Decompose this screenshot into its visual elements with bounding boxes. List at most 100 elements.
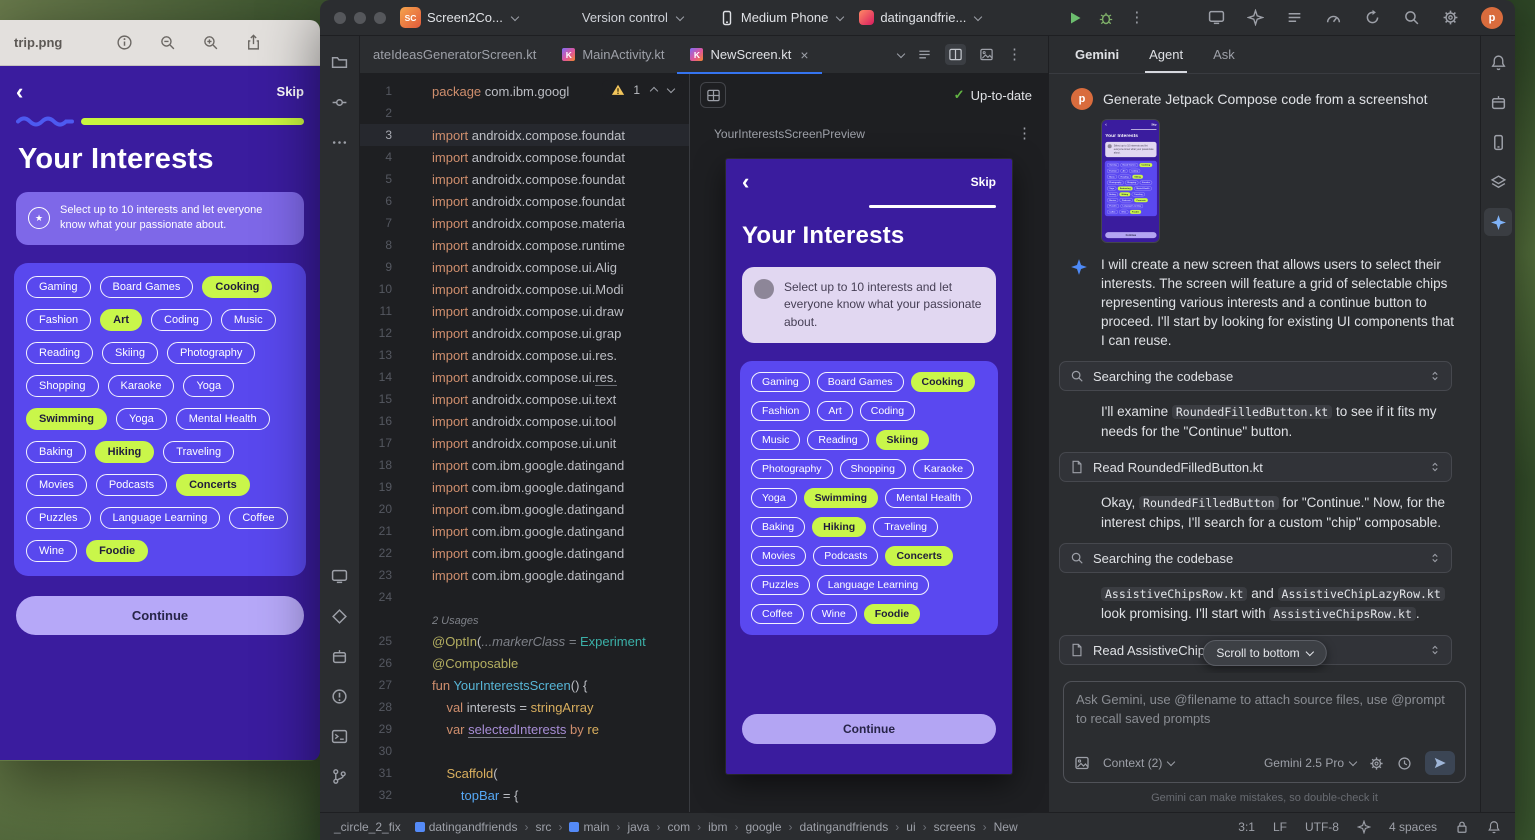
code-line[interactable]: 28 val interests = stringArray <box>360 696 689 718</box>
interest-chip[interactable]: Movies <box>26 474 87 496</box>
vcs-widget[interactable]: Version control <box>582 10 683 25</box>
continue-button[interactable]: Continue <box>1105 232 1156 238</box>
interest-chip[interactable]: Concerts <box>885 546 953 566</box>
code-line[interactable]: 13import androidx.compose.ui.res. <box>360 344 689 366</box>
breadcrumb-item[interactable]: New <box>994 820 1018 834</box>
interest-chip[interactable]: Language Learning <box>1120 204 1143 208</box>
zoom-in-icon[interactable] <box>202 34 219 51</box>
interest-chip[interactable]: Coffee <box>1107 210 1118 214</box>
code-line[interactable]: 9import androidx.compose.ui.Alig <box>360 256 689 278</box>
back-icon[interactable] <box>742 175 749 189</box>
code-line[interactable]: 26@Composable <box>360 652 689 674</box>
interest-chip[interactable]: Podcasts <box>1120 198 1133 202</box>
interest-chip[interactable]: Cooking <box>911 372 975 392</box>
code-line[interactable]: 32 topBar = { <box>360 784 689 806</box>
breadcrumb-item[interactable]: ui <box>906 820 915 834</box>
interest-chip[interactable]: Concerts <box>176 474 250 496</box>
interest-chip[interactable]: Puzzles <box>26 507 91 529</box>
breadcrumb-item[interactable]: main <box>569 820 609 834</box>
interest-chip[interactable]: Mental Health <box>1134 186 1152 190</box>
sync-project-icon[interactable] <box>1364 9 1381 26</box>
code-line[interactable]: 15import androidx.compose.ui.text <box>360 388 689 410</box>
notifications-icon[interactable] <box>1484 48 1512 76</box>
inspections-widget[interactable]: 1 <box>602 80 683 100</box>
interest-chip[interactable]: Language Learning <box>100 507 221 529</box>
ai-assist-icon[interactable] <box>1247 9 1264 26</box>
device-explorer-icon[interactable] <box>1484 128 1512 156</box>
prompt-input[interactable] <box>1076 691 1453 737</box>
code-line[interactable]: 30 <box>360 740 689 762</box>
notifications-bell-icon[interactable] <box>1487 820 1501 834</box>
continue-button[interactable]: Continue <box>16 596 304 635</box>
info-icon[interactable] <box>116 34 133 51</box>
interest-chip[interactable]: Yoga <box>751 488 797 508</box>
search-everywhere-icon[interactable] <box>1403 9 1420 26</box>
code-line[interactable]: 21import com.ibm.google.datingand <box>360 520 689 542</box>
prev-problem-icon[interactable] <box>650 87 658 95</box>
interest-chip[interactable]: Hiking <box>95 441 155 463</box>
indent-widget[interactable]: 4 spaces <box>1389 820 1437 834</box>
terminal-tool-icon[interactable] <box>326 722 354 750</box>
code-line[interactable]: 22import com.ibm.google.datingand <box>360 542 689 564</box>
preview-name[interactable]: YourInterestsScreenPreview <box>714 127 865 141</box>
logcat-icon[interactable] <box>1286 9 1303 26</box>
gemini-settings-icon[interactable] <box>1369 756 1384 771</box>
interest-chip[interactable]: Photography <box>167 342 255 364</box>
code-line[interactable]: 12import androidx.compose.ui.grap <box>360 322 689 344</box>
code-line[interactable]: 5import androidx.compose.foundat <box>360 168 689 190</box>
code-line[interactable]: 14import androidx.compose.ui.res. <box>360 366 689 388</box>
version-control-tool-icon[interactable] <box>326 762 354 790</box>
code-editor[interactable]: 1package com.ibm.googl23import androidx.… <box>360 74 689 812</box>
interest-chip[interactable]: Karaoke <box>108 375 175 397</box>
interest-chip[interactable]: Art <box>817 401 852 421</box>
more-run-actions-icon[interactable] <box>1129 10 1144 25</box>
interest-chip[interactable]: Fashion <box>1107 169 1119 173</box>
project-widget[interactable]: SC Screen2Co... <box>400 7 518 28</box>
interest-chip[interactable]: Swimming <box>26 408 107 430</box>
interest-chip[interactable]: Movies <box>1107 198 1118 202</box>
minimize-window-button[interactable] <box>354 12 366 24</box>
settings-icon[interactable] <box>1442 9 1459 26</box>
breadcrumb-item[interactable]: datingandfriends <box>800 820 889 834</box>
interest-chip[interactable]: Skiing <box>1132 175 1143 179</box>
skip-button[interactable]: Skip <box>971 175 996 189</box>
back-icon[interactable] <box>16 85 23 99</box>
continue-button[interactable]: Continue <box>742 714 996 744</box>
interest-chip[interactable]: Reading <box>1118 175 1130 179</box>
interest-chip[interactable]: Hiking <box>812 517 866 537</box>
code-line[interactable]: 24 <box>360 586 689 608</box>
interest-chip[interactable]: Traveling <box>1132 192 1145 196</box>
breadcrumb-item[interactable]: java <box>627 820 649 834</box>
interest-chip[interactable]: Music <box>221 309 276 331</box>
gradle-tool-icon[interactable] <box>1484 88 1512 116</box>
code-line[interactable]: 7import androidx.compose.materia <box>360 212 689 234</box>
tool-call-row[interactable]: Searching the codebase <box>1059 543 1452 573</box>
interest-chip[interactable]: Gaming <box>751 372 810 392</box>
code-line[interactable]: 23import com.ibm.google.datingand <box>360 564 689 586</box>
preview-build-status[interactable]: Up-to-date <box>954 87 1032 103</box>
code-line[interactable]: 20import com.ibm.google.datingand <box>360 498 689 520</box>
interest-chip[interactable]: Wine <box>26 540 77 562</box>
interest-chip[interactable]: Wine <box>811 604 857 624</box>
user-avatar[interactable]: p <box>1481 7 1503 29</box>
breadcrumb-item[interactable]: com <box>667 820 690 834</box>
code-line[interactable]: 16import androidx.compose.ui.tool <box>360 410 689 432</box>
interest-chip[interactable]: Music <box>751 430 800 450</box>
interest-chip[interactable]: Yoga <box>116 408 167 430</box>
breadcrumb-item[interactable]: datingandfriends <box>415 820 518 834</box>
interest-chip[interactable]: Skiing <box>876 430 930 450</box>
interest-chip[interactable]: Puzzles <box>751 575 810 595</box>
app-quality-insights-icon[interactable] <box>326 602 354 630</box>
interest-chip[interactable]: Baking <box>26 441 86 463</box>
code-line[interactable]: 19import com.ibm.google.datingand <box>360 476 689 498</box>
interest-chip[interactable]: Gaming <box>1107 163 1119 167</box>
zoom-out-icon[interactable] <box>159 34 176 51</box>
interest-chip[interactable]: Karaoke <box>1140 181 1152 185</box>
git-branch-widget[interactable]: _circle_2_fix <box>334 820 401 834</box>
interest-chip[interactable]: Photography <box>751 459 833 479</box>
interest-chip[interactable]: Wine <box>1119 210 1128 214</box>
interest-chip[interactable]: Podcasts <box>813 546 878 566</box>
model-selector[interactable]: Gemini 2.5 Pro <box>1264 756 1356 770</box>
code-line[interactable]: 11import androidx.compose.ui.draw <box>360 300 689 322</box>
code-line[interactable]: 2 <box>360 102 689 124</box>
